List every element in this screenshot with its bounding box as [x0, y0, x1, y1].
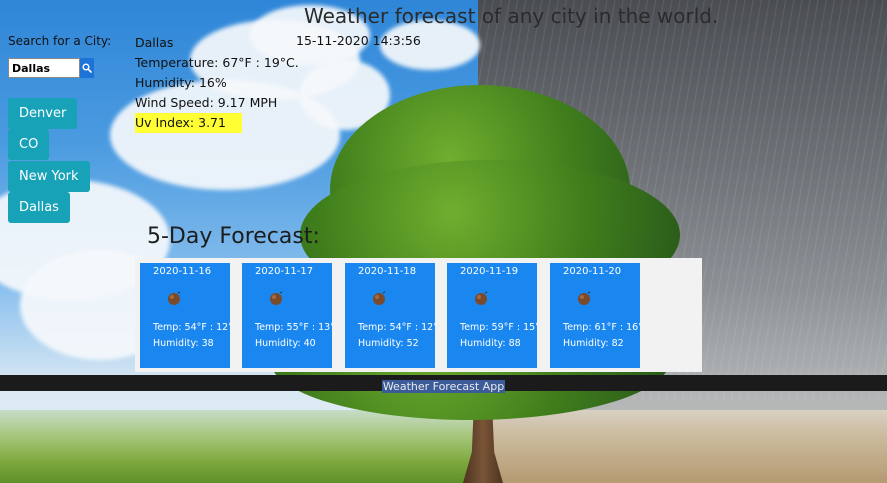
- forecast-humidity: Humidity: 52: [358, 338, 419, 349]
- grass-field: [0, 410, 478, 483]
- forecast-heading: 5-Day Forecast:: [147, 224, 320, 249]
- history-city-button[interactable]: CO: [8, 129, 50, 160]
- footer: Weather Forecast App: [0, 375, 887, 393]
- forecast-date: 2020-11-16: [153, 266, 212, 277]
- history-city-button[interactable]: Dallas: [8, 192, 70, 223]
- current-wind-speed: Wind Speed: 9.17 MPH: [135, 95, 278, 110]
- forecast-date: 2020-11-19: [460, 266, 519, 277]
- search-box: [8, 58, 94, 78]
- forecast-card: 2020-11-16 Temp: 54°F : 12° Humidity: 38: [140, 263, 230, 368]
- current-datetime: 15-11-2020 14:3:56: [296, 33, 421, 48]
- forecast-humidity: Humidity: 88: [460, 338, 521, 349]
- search-button[interactable]: [80, 58, 94, 78]
- current-weather: Dallas Temperature: 67°F : 19°C. Humidit…: [135, 33, 299, 133]
- footer-text: Weather Forecast App: [381, 380, 506, 393]
- weather-icon: [475, 291, 488, 305]
- forecast-date: 2020-11-20: [563, 266, 622, 277]
- forecast-humidity: Humidity: 38: [153, 338, 214, 349]
- weather-icon: [270, 291, 283, 305]
- forecast-temp: Temp: 54°F : 12°: [153, 322, 230, 333]
- background-image: [0, 0, 887, 483]
- forecast-temp: Temp: 54°F : 12°: [358, 322, 435, 333]
- weather-icon: [373, 291, 386, 305]
- current-humidity: Humidity: 16%: [135, 75, 227, 90]
- forecast-card: 2020-11-19 Temp: 59°F : 15° Humidity: 88: [447, 263, 537, 368]
- dry-ground: [478, 410, 887, 483]
- forecast-card: 2020-11-18 Temp: 54°F : 12° Humidity: 52: [345, 263, 435, 368]
- current-temperature: Temperature: 67°F : 19°C.: [135, 55, 299, 70]
- forecast-date: 2020-11-17: [255, 266, 314, 277]
- history-city-button[interactable]: New York: [8, 161, 90, 192]
- forecast-temp: Temp: 59°F : 15°: [460, 322, 537, 333]
- forecast-card: 2020-11-20 Temp: 61°F : 16° Humidity: 82: [550, 263, 640, 368]
- forecast-temp: Temp: 55°F : 13°: [255, 322, 332, 333]
- forecast-panel: 2020-11-16 Temp: 54°F : 12° Humidity: 38…: [135, 258, 702, 372]
- page-title: Weather forecast of any city in the worl…: [304, 4, 719, 28]
- current-city: Dallas: [135, 35, 174, 50]
- search-icon: [82, 63, 92, 73]
- search-input[interactable]: [8, 58, 80, 78]
- forecast-date: 2020-11-18: [358, 266, 417, 277]
- uv-index-badge: Uv Index: 3.71: [135, 113, 242, 133]
- forecast-humidity: Humidity: 40: [255, 338, 316, 349]
- weather-icon: [168, 291, 181, 305]
- forecast-humidity: Humidity: 82: [563, 338, 624, 349]
- forecast-temp: Temp: 61°F : 16°: [563, 322, 640, 333]
- weather-icon: [578, 291, 591, 305]
- history-city-button[interactable]: Denver: [8, 98, 78, 129]
- forecast-card: 2020-11-17 Temp: 55°F : 13° Humidity: 40: [242, 263, 332, 368]
- search-label: Search for a City:: [8, 34, 112, 48]
